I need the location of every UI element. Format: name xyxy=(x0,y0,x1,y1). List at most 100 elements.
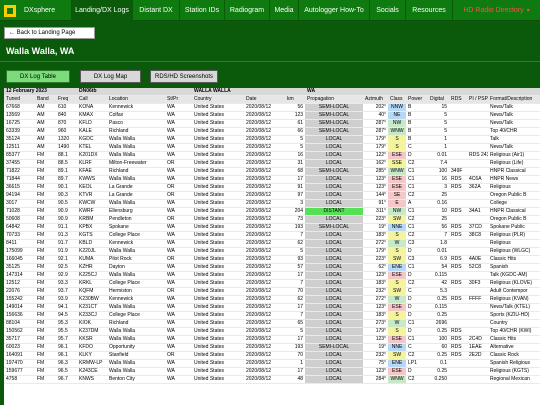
table-row[interactable]: 16725 AM 870 KFLD Pasco WA United States 2020/0… xyxy=(4,119,540,128)
nav-item-socials[interactable]: Socials xyxy=(369,0,405,21)
table-cell-band: AM xyxy=(35,143,56,152)
table-row[interactable]: 12511 AM 1490 KTEL Walla Walla WA United State… xyxy=(4,143,540,152)
table-cell-tuned: 150562 xyxy=(4,327,35,336)
table-row[interactable]: 63339 AM 960 KALE Richland WA United States 202… xyxy=(4,127,540,136)
table-cell-st-pr: OR xyxy=(165,215,192,224)
column-header[interactable]: RDS xyxy=(449,95,468,104)
column-header[interactable]: Digital xyxy=(428,95,450,104)
table-cell-pi-psp: 37CD xyxy=(467,223,489,232)
nav-item-label: Socials xyxy=(376,7,399,14)
column-header[interactable]: Format/Description xyxy=(488,95,540,104)
chevron-down-icon: ▾ xyxy=(526,8,530,14)
table-row[interactable]: 50608 FM 90.9 KRBM Pendleton OR United States 2… xyxy=(4,215,540,224)
back-to-landing-button[interactable]: ← Back to Landing Page xyxy=(4,27,95,39)
column-header[interactable]: Call xyxy=(77,95,107,104)
table-cell-tuned: 88104 xyxy=(4,319,35,328)
table-cell-date: 2020/08/12 xyxy=(244,319,285,328)
table-row[interactable]: 35717 FM 95.7 KKSR Walla Walla WA United State… xyxy=(4,335,540,344)
nav-item-distant-dx[interactable]: Distant DX xyxy=(132,0,179,21)
table-row[interactable]: 166045 FM 92.1 KUMA Pilot Rock OR United State… xyxy=(4,255,540,264)
table-row[interactable]: 155242 FM 93.9 K230BW Kennewick WA United Stat… xyxy=(4,295,540,304)
table-row[interactable]: 71822 FM 89.1 KFAE Richland WA United States 20… xyxy=(4,167,540,176)
table-row[interactable]: 13569 AM 840 KMAX Colfax WA United States 2020/… xyxy=(4,111,540,120)
table-cell-location: Stanfield xyxy=(107,351,165,360)
table-cell-tuned: 36615 xyxy=(4,183,35,192)
table-cell-rds: RDS xyxy=(449,351,468,360)
table-cell-date: 2020/08/12 xyxy=(244,111,285,120)
brand[interactable]: DXsphere xyxy=(0,0,61,21)
table-row[interactable]: 88104 FM 95.3 KIOK Richland WA United States 20… xyxy=(4,319,540,328)
table-row[interactable]: 36615 FM 90.1 KEOL La Grande OR United States 2… xyxy=(4,183,540,192)
table-cell-azimuth: 179° xyxy=(363,247,389,256)
table-cell-azimuth: 287° xyxy=(363,127,389,136)
column-header[interactable]: Country xyxy=(192,95,244,104)
table-cell-propagation: LOCAL xyxy=(305,183,364,192)
table-row[interactable]: 8411 FM 91.7 KBLD Kennewick WA United States 20… xyxy=(4,239,540,248)
table-row[interactable]: 12512 FM 93.3 KRKL College Place WA United Sta… xyxy=(4,279,540,288)
table-cell-km: 91 xyxy=(285,183,306,192)
table-row[interactable]: 22076 FM 93.7 KQFM Hermiston OR United States 2… xyxy=(4,287,540,296)
table-cell-call: KPBX xyxy=(77,223,107,232)
nav-item-radiogram[interactable]: Radiogram xyxy=(224,0,269,21)
nav-item-autologger-how-to[interactable]: Autologger How-To xyxy=(298,0,369,21)
table-cell-km: 48 xyxy=(285,375,306,384)
table-row[interactable]: 175099 FM 91.9 K220JL Walla Walla WA United St… xyxy=(4,247,540,256)
table-cell-date: 2020/08/12 xyxy=(244,287,285,296)
dx-log-table-button[interactable]: DX Log Table xyxy=(6,70,70,83)
table-row[interactable]: 64842 FM 91.1 KPBX Spokane WA United States 202… xyxy=(4,223,540,232)
nav-item-station-ids[interactable]: Station IDs xyxy=(179,0,224,21)
table-row[interactable]: 35124 AM 1320 KGDC Walla Walla WA United State… xyxy=(4,135,540,144)
table-row[interactable]: 67668 AM 610 KONA Kennewick WA United States 20… xyxy=(4,103,540,112)
column-header[interactable]: km xyxy=(285,95,306,104)
table-row[interactable]: 147314 FM 92.9 K225CJ Walla Walla WA United St… xyxy=(4,271,540,280)
table-cell-location: Walla Walla xyxy=(107,327,165,336)
table-cell-band: FM xyxy=(35,319,56,328)
column-header[interactable]: Class xyxy=(388,95,407,104)
nav-item-landing-dx-logs[interactable]: Landing/DX Logs xyxy=(71,0,132,21)
column-header[interactable]: Azimuth xyxy=(363,95,389,104)
table-cell-format-description: Religious xyxy=(488,239,540,248)
table-cell-azimuth: 162° xyxy=(363,159,389,168)
table-row[interactable]: 197470 FM 96.3 KRMW-LP Walla Walla WA United S… xyxy=(4,359,540,368)
table-row[interactable]: 159677 FM 96.5 K243CE Walla Walla WA United St… xyxy=(4,367,540,376)
column-header[interactable]: Location xyxy=(107,95,165,104)
table-cell-call: K231CT xyxy=(77,303,107,312)
table-row[interactable]: 85377 FM 88.1 K201DX Walla Walla WA United Sta… xyxy=(4,151,540,160)
column-header[interactable]: Band xyxy=(35,95,56,104)
table-cell-km: 193 xyxy=(285,223,306,232)
table-row[interactable]: 3017 FM 90.5 KWCW Walla Walla WA United States… xyxy=(4,199,540,208)
table-row[interactable]: 149014 FM 94.1 K231CT Walla Walla WA United St… xyxy=(4,303,540,312)
table-cell-power: D xyxy=(406,367,429,376)
table-row[interactable]: 70733 FM 91.3 KGTS College Place WA United Sta… xyxy=(4,231,540,240)
column-header[interactable]: Propagation xyxy=(305,95,364,104)
table-row[interactable]: 156636 FM 94.5 K233CJ College Place WA United … xyxy=(4,311,540,320)
table-cell-location: Opportunity xyxy=(107,343,165,352)
dx-log-map-button[interactable]: DX Log Map xyxy=(80,70,141,83)
nav-item-hd-radio-directory[interactable]: HD Radio Directory ▾ xyxy=(452,0,540,21)
nav-item-resources[interactable]: Resources xyxy=(405,0,452,21)
table-row[interactable]: 94194 FM 90.3 KTVR La Grande OR United States 2… xyxy=(4,191,540,200)
table-cell-pi-psp xyxy=(467,271,489,280)
table-row[interactable]: 71844 FM 89.7 KWWS Walla Walla WA United State… xyxy=(4,175,540,184)
column-header[interactable]: PI / PSP xyxy=(467,95,489,104)
table-cell-pi-psp xyxy=(467,359,489,368)
table-row[interactable]: 35125 FM 92.5 KZHR Dayton WA United States 2020… xyxy=(4,263,540,272)
table-cell-st-pr: WA xyxy=(165,295,192,304)
table-cell-azimuth: 232° xyxy=(363,287,389,296)
table-row[interactable]: 71028 FM 90.9 KWRF Ellensburg WA United States… xyxy=(4,207,540,216)
column-header[interactable]: St/Pr xyxy=(165,95,192,104)
rds-hd-screenshots-button[interactable]: RDS/HD Screenshots xyxy=(150,70,218,83)
nav-item-media[interactable]: Media xyxy=(269,0,298,21)
column-header[interactable]: Power xyxy=(406,95,429,104)
table-row[interactable]: 37455 FM 88.5 KLRF Milton-Freewater OR United … xyxy=(4,159,540,168)
table-row[interactable]: 60023 FM 96.1 KFDO Opportunity WA United State… xyxy=(4,343,540,352)
table-row[interactable]: 164091 FM 96.1 KLKY Stanfield OR United States… xyxy=(4,351,540,360)
column-header[interactable]: Date xyxy=(244,95,285,104)
table-row[interactable]: 4758 FM 96.7 KNWS Benton City WA United States… xyxy=(4,375,540,384)
column-header[interactable]: Tuned xyxy=(4,95,35,104)
column-header[interactable]: Freq xyxy=(56,95,77,104)
table-cell-digital: 60 xyxy=(428,343,450,352)
table-row[interactable]: 150562 FM 95.5 K237DM Walla Walla WA United St… xyxy=(4,327,540,336)
table-cell-location: Kennewick xyxy=(107,295,165,304)
table-cell-format-description: Alternative xyxy=(488,343,540,352)
